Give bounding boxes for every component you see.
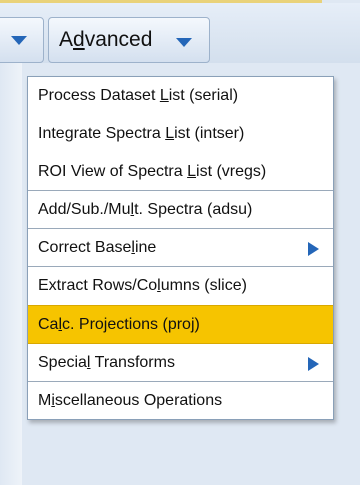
menu-item-miscellaneous-operations[interactable]: Miscellaneous Operations	[28, 382, 333, 419]
menu-item-add-sub-mult-spectra[interactable]: Add/Sub./Mult. Spectra (adsu)	[28, 191, 333, 229]
menu-item-roi-view-spectra-list[interactable]: ROI View of Spectra List (vregs)	[28, 153, 333, 191]
menu-toolbar: Advanced	[0, 3, 360, 63]
menu-item-integrate-spectra-list[interactable]: Integrate Spectra List (intser)	[28, 115, 333, 153]
advanced-dropdown-menu: Process Dataset List (serial) Integrate …	[27, 76, 334, 420]
menu-item-process-dataset-list[interactable]: Process Dataset List (serial)	[28, 77, 333, 115]
advanced-menu-button[interactable]: Advanced	[48, 17, 210, 63]
menu-item-calc-projections[interactable]: Calc. Projections (proj)	[28, 305, 333, 344]
chevron-down-icon	[11, 36, 27, 45]
submenu-arrow-icon	[308, 242, 319, 256]
chevron-down-icon	[176, 38, 192, 47]
background-panel	[0, 63, 22, 485]
previous-menu-button[interactable]	[0, 17, 44, 63]
advanced-menu-label: Advanced	[59, 28, 153, 51]
menu-item-special-transforms[interactable]: Special Transforms	[28, 344, 333, 382]
menu-item-extract-rows-columns[interactable]: Extract Rows/Columns (slice)	[28, 267, 333, 305]
submenu-arrow-icon	[308, 357, 319, 371]
menu-item-correct-baseline[interactable]: Correct Baseline	[28, 229, 333, 267]
